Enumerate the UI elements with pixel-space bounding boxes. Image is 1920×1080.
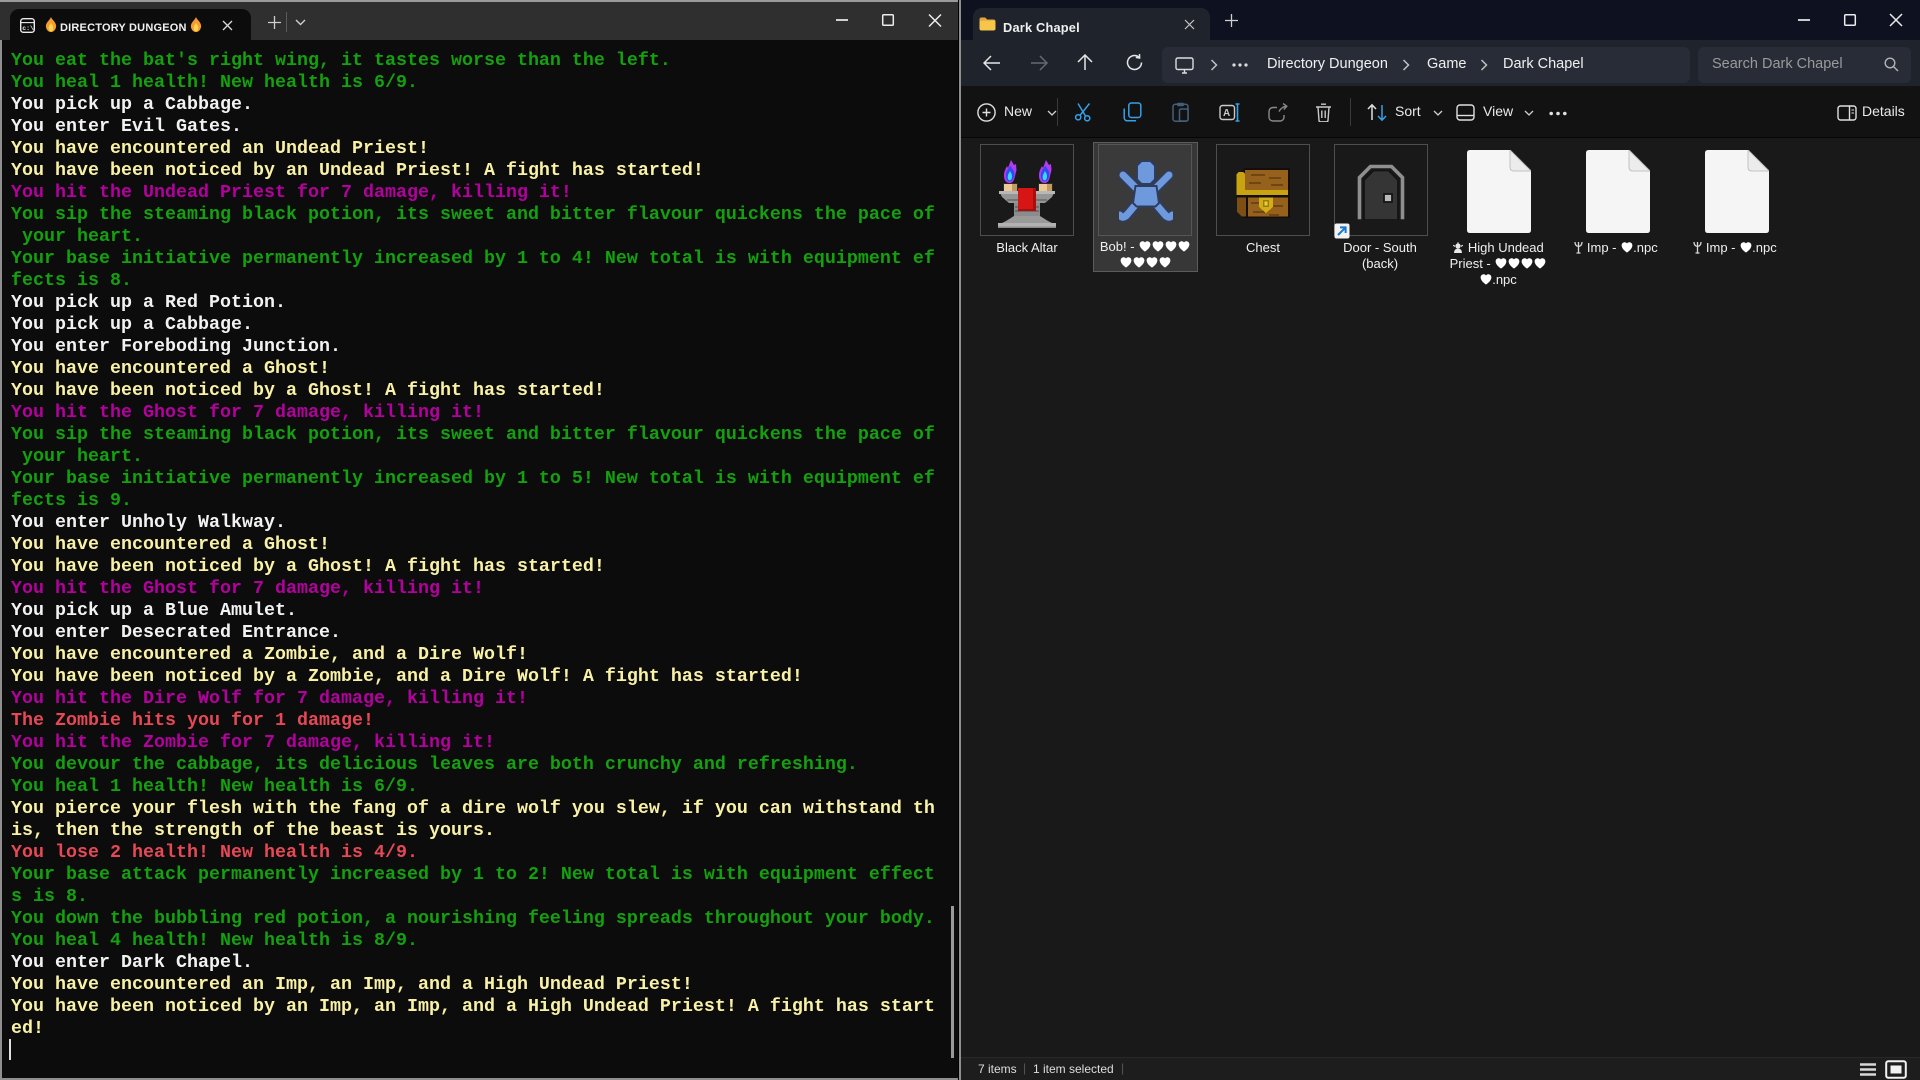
- svg-text:c:\: c:\: [22, 25, 34, 32]
- svg-text:A: A: [1223, 108, 1230, 119]
